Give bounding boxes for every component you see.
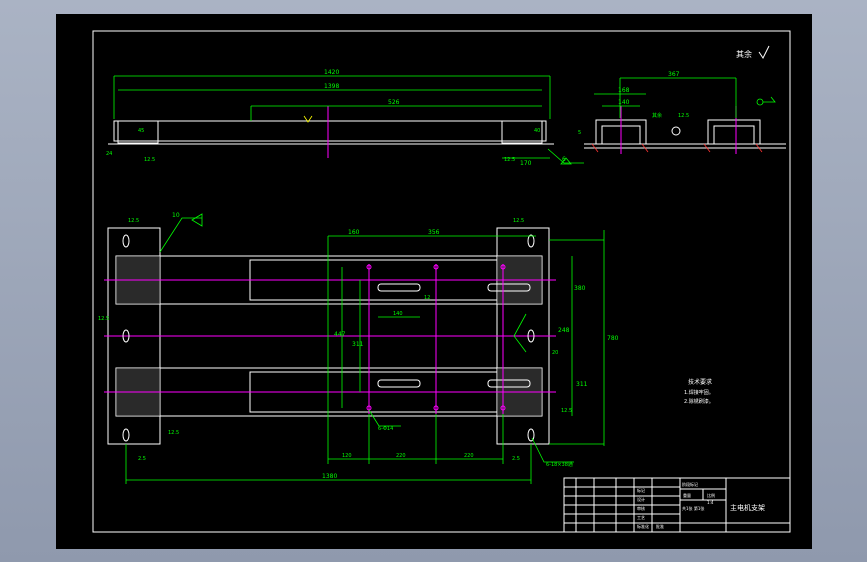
cad-drawing-canvas[interactable]: 其余 1420 1398 526 170 45 40 24 12.5 12.5 …	[56, 14, 812, 549]
tb-label-std: 标准化	[637, 523, 649, 529]
dim-plan-vert-a: 447	[334, 331, 346, 338]
front-view-plate	[113, 120, 547, 142]
dim-plan-right-b: 248	[558, 327, 570, 334]
dim-front-height: 45	[138, 128, 144, 134]
plan-view: 160 356 140 12 447 311 780 380 248 311 2…	[98, 212, 619, 484]
tech-item-1: 1.焊接牢固。	[684, 389, 714, 396]
dim-side-b: 140	[618, 99, 630, 106]
rough-front-right: 12.5	[504, 157, 515, 163]
rough-plan-tl: 12.5	[128, 218, 139, 224]
dim-side-a: 168	[618, 87, 630, 94]
roughness-note: 其余	[736, 49, 752, 59]
holes-small: 6-Φ14	[378, 426, 393, 432]
dim-plan-slot-h: 12	[424, 295, 430, 301]
dim-front-inner: 1398	[324, 83, 339, 90]
tb-scale-value: 1:4	[707, 500, 714, 505]
side-label: 其余	[652, 112, 662, 119]
rough-plan-tr: 12.5	[513, 218, 524, 224]
tech-item-2: 2.除锈刷漆。	[684, 398, 714, 405]
rough-front-left: 12.5	[144, 157, 155, 163]
title-block: 阶段标记 重量 比例 1:4 共1张 第1张 主电机支架 标记 设计 审核 工艺…	[563, 477, 791, 533]
dim-front-foot: 170	[520, 160, 532, 167]
weld-10: 10	[172, 212, 180, 219]
tb-drawing-name: 主电机支架	[730, 503, 765, 512]
tb-label-process: 工艺	[637, 515, 645, 520]
dim-plan-top-b: 356	[428, 229, 440, 236]
dim-plan-slot: 140	[393, 311, 403, 317]
tb-label-review: 审核	[637, 505, 645, 511]
tb-label-stage: 阶段标记	[682, 481, 698, 487]
front-view: 1420 1398 526 170 45 40 24 12.5 12.5 6	[106, 69, 584, 167]
tb-label-scale: 比例	[707, 492, 715, 498]
rough-plan-right: 12.5	[561, 408, 572, 414]
dim-front-left: 24	[106, 151, 112, 157]
dim-plan-bot-a: 120	[342, 453, 352, 459]
dim-plan-right-d: 311	[576, 381, 588, 388]
tb-label-weight: 重量	[683, 492, 691, 498]
dim-side-d: 5	[578, 130, 581, 136]
tb-label-mark: 标记	[637, 487, 645, 493]
dim-front-overall: 1420	[324, 69, 339, 76]
dim-side-overall: 367	[668, 71, 680, 78]
dim-plan-right-e: 20	[552, 350, 558, 356]
tb-label-design: 设计	[637, 496, 645, 502]
dim-plan-total: 1380	[322, 473, 337, 480]
dim-plan-right-c: 780	[607, 335, 619, 342]
dim-front-center: 526	[388, 99, 400, 106]
rough-plan-bl: 12.5	[168, 430, 179, 436]
dim-front-foot-h: 40	[534, 128, 540, 134]
rough-plan-br: 2.5	[512, 456, 520, 462]
roughness-symbol-icon	[758, 45, 770, 59]
dim-side-c: 12.5	[678, 113, 689, 119]
tb-sheet-info: 共1张 第1张	[682, 505, 704, 511]
dim-plan-bot-b: 220	[396, 453, 406, 459]
tb-label-approve: 批准	[656, 523, 664, 529]
rough-plan-left: 12.5	[98, 316, 109, 322]
dim-plan-top-a: 160	[348, 229, 360, 236]
cad-drawing-svg: 其余 1420 1398 526 170 45 40 24 12.5 12.5 …	[92, 30, 791, 533]
tech-requirements: 技术要求 1.焊接牢固。 2.除锈刷漆。	[684, 378, 714, 405]
tech-title: 技术要求	[688, 378, 712, 386]
holes-large: 6-18×38通	[546, 461, 573, 468]
dim-plan-bot-c: 220	[464, 453, 474, 459]
side-view: 367 168 140 12.5 5 其余	[578, 71, 786, 154]
dim-plan-vert-b: 311	[352, 341, 364, 348]
dim-plan-right-a: 380	[574, 285, 586, 292]
rough-plan-bl2: 2.5	[138, 456, 146, 462]
